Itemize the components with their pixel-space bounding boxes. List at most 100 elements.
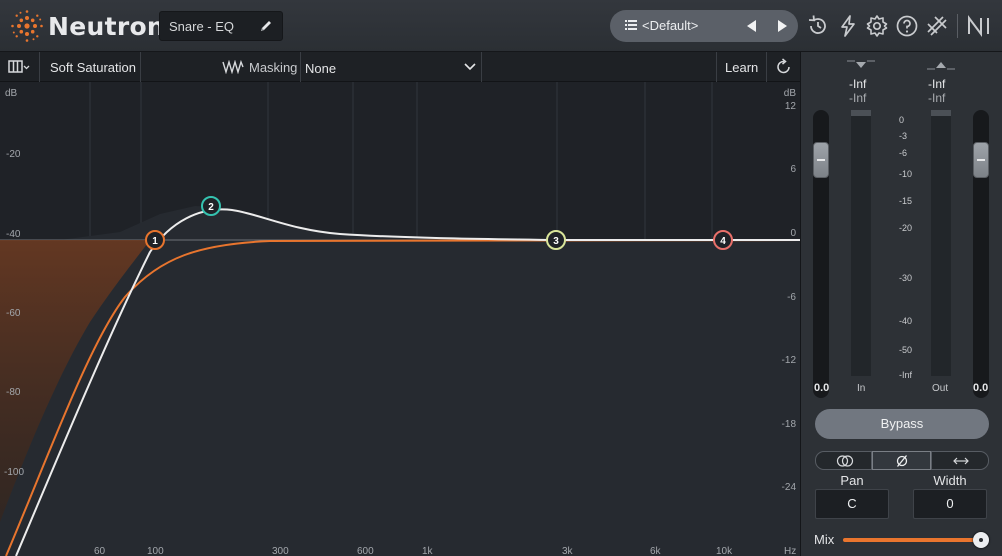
preset-selector[interactable]: <Default> [610, 10, 798, 42]
right-axis-tick: 0 [790, 228, 796, 239]
gear-icon[interactable] [865, 14, 889, 38]
phase-invert-toggle[interactable] [872, 451, 931, 470]
help-icon[interactable] [895, 14, 919, 38]
meter-scale-tick: -40 [899, 316, 913, 326]
eq-node-2[interactable]: 2 [201, 196, 221, 216]
neutron-logo-icon [11, 10, 43, 42]
previous-preset-icon[interactable] [746, 20, 758, 32]
meter-scale-tick: -50 [899, 345, 913, 355]
mix-slider-knob[interactable] [973, 532, 989, 548]
meter-scale-tick: -20 [899, 223, 913, 233]
meter-scale-tick: -30 [899, 273, 913, 283]
left-axis-tick: -100 [4, 467, 24, 478]
history-icon[interactable] [806, 14, 830, 38]
input-gain-fader[interactable] [813, 110, 829, 398]
input-meter-menu-icon[interactable] [847, 60, 875, 70]
eq-graph[interactable]: dB -20 -40 -60 -80 -100 dB 12 6 0 -6 -12… [0, 82, 800, 556]
eq-display[interactable]: dB -20 -40 -60 -80 -100 dB 12 6 0 -6 -12… [0, 82, 800, 556]
eq-node-label: 3 [553, 236, 559, 247]
meter-scale-tick: -6 [899, 148, 908, 158]
left-axis-tick: -60 [6, 308, 21, 319]
eq-node-1[interactable]: 1 [145, 230, 165, 250]
right-axis-tick: -18 [782, 419, 797, 430]
input-gain-value[interactable]: 0.0 [814, 382, 829, 394]
logo: Neutron [10, 8, 165, 44]
input-rms-readout: -Inf [849, 91, 867, 105]
toolbar-divider [39, 52, 40, 82]
output-meter-menu-icon[interactable] [927, 60, 955, 70]
input-meter-label: In [857, 383, 866, 394]
input-gain-fader-knob[interactable] [813, 142, 829, 178]
pan-field[interactable]: C [815, 489, 889, 519]
input-level-meter [851, 110, 871, 376]
frequency-tick: 100 [147, 546, 164, 556]
frequency-tick: 300 [272, 546, 289, 556]
frequency-tick: 1k [422, 546, 434, 556]
frequency-tick: 6k [650, 546, 662, 556]
right-axis-tick: 12 [785, 101, 797, 112]
toolbar-divider [140, 52, 141, 82]
io-panel: -Inf -Inf -Inf -Inf 0 -3 -6 -10 -15 -20 … [800, 52, 1002, 556]
stereo-link-icon [836, 455, 854, 467]
right-axis-tick: 6 [790, 164, 796, 175]
right-axis-unit: dB [784, 88, 797, 99]
preset-name: <Default> [642, 18, 699, 33]
frequency-tick: 10k [716, 546, 733, 556]
list-icon [625, 20, 637, 30]
toolbar-divider [716, 52, 717, 82]
swap-arrows-icon [953, 457, 969, 465]
output-gain-fader-knob[interactable] [973, 142, 989, 178]
soft-saturation-button[interactable]: Soft Saturation [50, 60, 136, 75]
left-axis-tick: -20 [6, 149, 21, 160]
left-axis-tick: -40 [6, 229, 21, 240]
output-meter-label: Out [932, 383, 949, 394]
output-gain-fader[interactable] [973, 110, 989, 398]
next-preset-icon[interactable] [776, 20, 788, 32]
layout-menu-icon[interactable] [8, 59, 30, 75]
toolbar-divider [766, 52, 767, 82]
meter-scale-tick: -3 [899, 131, 908, 141]
meter-scale-tick: -10 [899, 169, 913, 179]
reset-icon[interactable] [775, 58, 793, 76]
learn-button[interactable]: Learn [725, 60, 758, 75]
output-gain-value[interactable]: 0.0 [973, 382, 988, 394]
left-axis-unit: dB [5, 88, 18, 99]
pan-label: Pan [840, 473, 864, 488]
eq-toolbar: Soft Saturation Masking None Learn [0, 52, 800, 82]
module-preset-field[interactable]: Snare - EQ [159, 11, 283, 41]
masking-waveform-icon [222, 60, 244, 74]
lightning-icon[interactable] [836, 14, 860, 38]
input-peak-readout: -Inf [849, 77, 867, 91]
header-divider [957, 14, 958, 38]
native-instruments-icon[interactable] [966, 14, 994, 38]
app-name: Neutron [48, 11, 166, 41]
right-axis-tick: -24 [782, 482, 797, 493]
masking-select[interactable]: None [301, 52, 481, 82]
bypass-button[interactable]: Bypass [815, 409, 989, 439]
phase-invert-icon [896, 455, 908, 467]
output-peak-readout: -Inf [928, 77, 946, 91]
mix-label: Mix [814, 532, 835, 547]
channel-swap-toggle[interactable] [931, 451, 989, 470]
output-level-meter [931, 110, 951, 376]
header-bar: Neutron Snare - EQ <Default> [0, 0, 1002, 52]
module-preset-name: Snare - EQ [169, 19, 235, 34]
masking-value: None [305, 61, 337, 76]
eq-node-label: 2 [208, 202, 214, 213]
masking-label: Masking [249, 60, 298, 75]
signal-routing-icon[interactable] [925, 14, 949, 38]
pencil-icon[interactable] [258, 18, 274, 34]
right-axis-tick: -12 [782, 355, 797, 366]
meter-scale-tick: 0 [899, 115, 905, 125]
right-axis-tick: -6 [787, 292, 796, 303]
width-field[interactable]: 0 [913, 489, 987, 519]
eq-node-label: 4 [720, 236, 726, 247]
stereo-link-toggle[interactable] [815, 451, 872, 470]
frequency-tick: 60 [94, 546, 106, 556]
toolbar-divider [481, 52, 482, 82]
eq-node-label: 1 [152, 236, 158, 247]
meter-scale-tick: -Inf [899, 370, 913, 380]
eq-node-4[interactable]: 4 [713, 230, 733, 250]
mix-slider[interactable] [843, 538, 985, 542]
eq-node-3[interactable]: 3 [546, 230, 566, 250]
